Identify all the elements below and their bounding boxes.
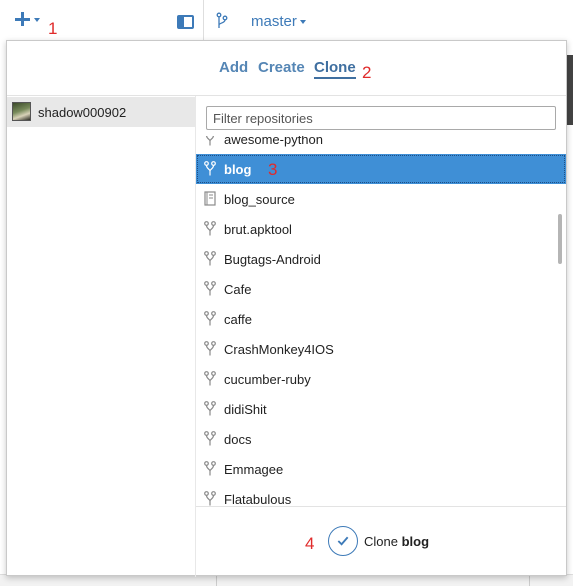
repo-name: Bugtags-Android <box>224 252 321 267</box>
tab-clone[interactable]: Clone <box>314 59 356 79</box>
annotation-2: 2 <box>362 63 372 82</box>
repo-name: Emmagee <box>224 462 284 477</box>
repo-name: CrashMonkey4IOS <box>224 342 334 357</box>
toolbar: 1 master <box>0 0 573 42</box>
repo-name: Cafe <box>224 282 252 297</box>
popover-tabs: Add Create Clone 2 <box>7 41 566 96</box>
list-item[interactable]: Flatabulous <box>196 484 566 506</box>
tab-add[interactable]: Add <box>219 59 248 76</box>
popover-footer: 4 Clone blog <box>196 506 566 576</box>
annotation-3: 3 <box>268 160 278 179</box>
list-item[interactable]: cucumber-ruby <box>196 364 566 394</box>
clone-prefix: Clone <box>364 534 398 549</box>
list-item[interactable]: brut.apktool <box>196 214 566 244</box>
list-item[interactable]: Emmagee <box>196 454 566 484</box>
list-item[interactable]: didiShit <box>196 394 566 424</box>
branch-icon <box>216 12 228 28</box>
clone-repo-name: blog <box>401 534 430 549</box>
repo-name: awesome-python <box>224 136 323 147</box>
fork-icon <box>204 491 216 506</box>
fork-icon <box>204 431 216 447</box>
list-item[interactable]: Bugtags-Android <box>196 244 566 274</box>
fork-icon <box>204 341 216 357</box>
sidebar-icon[interactable] <box>177 15 194 29</box>
repo-name: blog <box>224 162 252 177</box>
list-item[interactable]: CrashMonkey4IOS <box>196 334 566 364</box>
list-item[interactable]: blog_source <box>196 184 566 214</box>
repository-list-scrollbar[interactable] <box>558 214 562 264</box>
repository-pane: awesome-python blog 3 blog_source brut.apkto… <box>196 96 566 506</box>
repo-icon <box>204 191 216 207</box>
repo-name: brut.apktool <box>224 222 292 237</box>
chevron-down-icon[interactable] <box>34 18 40 22</box>
toolbar-divider <box>203 0 204 42</box>
fork-icon <box>204 251 216 267</box>
repo-name: didiShit <box>224 402 267 417</box>
list-item[interactable]: awesome-python <box>196 136 566 154</box>
list-item[interactable]: blog 3 <box>196 154 566 184</box>
fork-icon <box>204 461 216 477</box>
fork-icon <box>204 311 216 327</box>
avatar <box>12 102 31 121</box>
annotation-1: 1 <box>48 19 58 38</box>
branch-chevron-down-icon[interactable] <box>300 20 306 24</box>
background-scrollbar <box>566 55 573 125</box>
repo-name: caffe <box>224 312 252 327</box>
fork-icon <box>204 136 216 147</box>
repo-name: Flatabulous <box>224 492 292 506</box>
fork-icon <box>204 221 216 237</box>
clone-button-label: Clone blog <box>364 534 429 549</box>
fork-icon <box>204 161 216 177</box>
repo-name: cucumber-ruby <box>224 372 311 387</box>
repo-name: blog_source <box>224 192 295 207</box>
repository-list[interactable]: awesome-python blog 3 blog_source brut.apkto… <box>196 136 566 506</box>
list-item[interactable]: caffe <box>196 304 566 334</box>
account-list: shadow000902 <box>7 96 196 577</box>
list-item[interactable]: docs <box>196 424 566 454</box>
account-name: shadow000902 <box>38 105 127 120</box>
account-item[interactable]: shadow000902 <box>7 97 196 127</box>
branch-selector[interactable]: master <box>251 13 297 30</box>
fork-icon <box>204 281 216 297</box>
plus-icon[interactable] <box>14 10 32 28</box>
clone-button[interactable]: Clone blog <box>328 526 438 556</box>
fork-icon <box>204 371 216 387</box>
repository-popover: Add Create Clone 2 shadow000902 awesome-… <box>6 40 567 577</box>
tab-create[interactable]: Create <box>258 59 305 76</box>
fork-icon <box>204 401 216 417</box>
repo-name: docs <box>224 432 252 447</box>
checkmark-icon <box>328 526 358 556</box>
filter-repositories-input[interactable] <box>206 106 556 130</box>
annotation-4: 4 <box>305 534 315 553</box>
list-item[interactable]: Cafe <box>196 274 566 304</box>
